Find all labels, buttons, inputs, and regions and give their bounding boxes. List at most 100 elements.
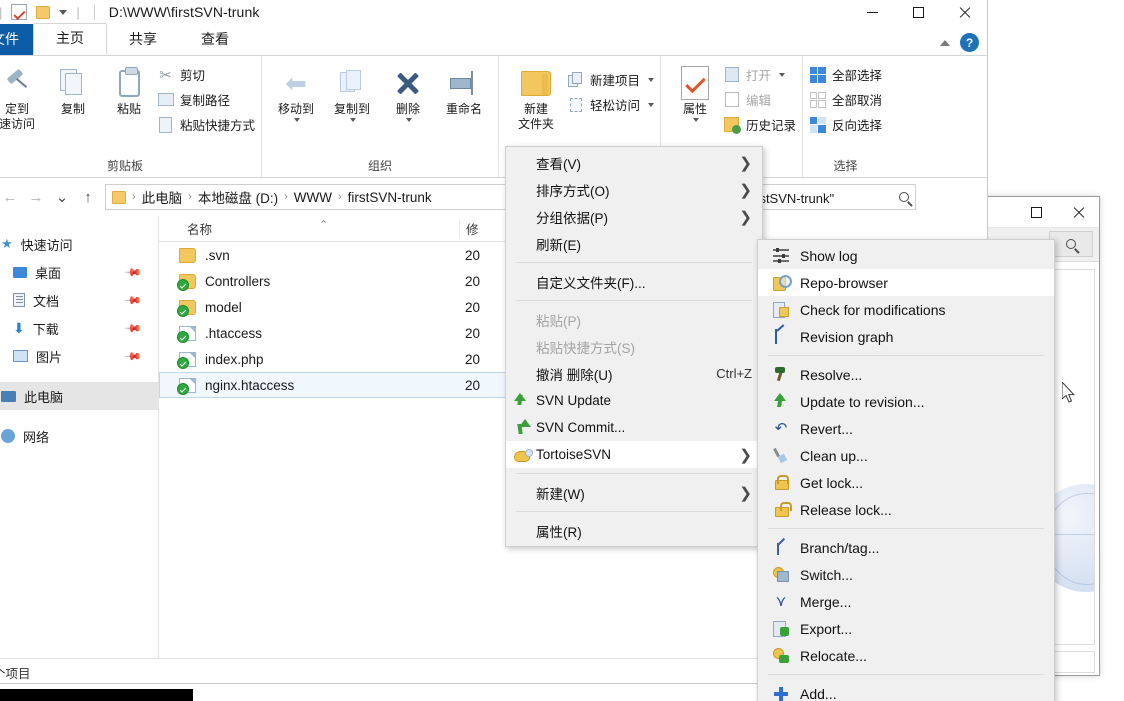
tab-file[interactable]: 文件 [0,24,33,55]
breadcrumb-www[interactable]: WWW [294,190,332,205]
tab-home[interactable]: 主页 [33,23,107,55]
menu-item-new[interactable]: 新建(W) ❯ [506,479,762,506]
menu-item-customize-folder[interactable]: 自定义文件夹(F)... [506,268,762,295]
screen: | | D:\WWW\firstSVN-trunk 文件 主页 共享 查看 ? [0,0,1124,701]
menu-item-sort-by[interactable]: 排序方式(O) ❯ [506,176,762,203]
menu-item-resolve[interactable]: Resolve... [758,361,1054,388]
properties-caret-icon[interactable] [693,118,700,122]
copy-path-button[interactable]: 复制路径 [157,90,255,109]
column-header-name[interactable]: 名称 [159,219,459,238]
edit-button[interactable]: 编辑 [723,90,796,109]
rename-button[interactable]: 重命名 [436,60,492,117]
menu-item-get-lock[interactable]: Get lock... [758,469,1054,496]
menu-item-revision-graph[interactable]: Revision graph [758,323,1054,350]
menu-item-relocate[interactable]: Relocate... [758,642,1054,669]
easy-access-button[interactable]: 轻松访问 [567,95,655,114]
recent-locations-button[interactable]: ⌄ [49,184,75,210]
sidebar-item-downloads[interactable]: ⬇ 下载 📌 [0,314,158,342]
forward-button[interactable]: → [23,184,49,210]
menu-item-branch-tag[interactable]: Branch/tag... [758,534,1054,561]
select-none-button[interactable]: 全部取消 [809,90,882,109]
menu-item-update-to-revision[interactable]: Update to revision... [758,388,1054,415]
menu-item-undo-delete[interactable]: 撤消 删除(U) Ctrl+Z [506,360,762,387]
menu-item-release-lock[interactable]: Release lock... [758,496,1054,523]
invert-selection-button[interactable]: 反向选择 [809,115,882,134]
sidebar-label-pictures: 图片 [36,349,63,365]
collapse-ribbon-icon[interactable] [940,39,950,46]
copy-to-caret-icon[interactable] [350,118,357,122]
folder-context-menu[interactable]: 查看(V) ❯ 排序方式(O) ❯ 分组依据(P) ❯ 刷新(E) 自定义文件夹… [505,146,763,547]
tab-share[interactable]: 共享 [107,25,179,55]
menu-item-properties[interactable]: 属性(R) [506,517,762,544]
sidebar-item-desktop[interactable]: 桌面 📌 [0,258,158,286]
paste-button[interactable]: 粘贴 [101,60,157,117]
chevron-down-icon[interactable] [59,9,68,15]
maximize-button[interactable] [895,0,941,27]
pin-to-quick-access-button[interactable]: 定到 速访问 [0,60,45,132]
breadcrumb-local-disk[interactable]: 本地磁盘 (D:) [198,187,278,207]
menu-item-show-log[interactable]: Show log [758,242,1054,269]
copy-button[interactable]: 复制 [45,60,101,117]
menu-item-tortoisesvn[interactable]: TortoiseSVN ❯ [506,441,762,468]
folder-properties-icon[interactable] [36,5,51,19]
back-button[interactable]: ← [0,184,23,210]
open-caret-icon[interactable] [779,72,786,77]
menu-item-refresh[interactable]: 刷新(E) [506,230,762,257]
sidebar-item-pictures[interactable]: 图片 📌 [0,342,158,370]
open-button[interactable]: 打开 [723,65,796,84]
menu-item-switch[interactable]: Switch... [758,561,1054,588]
copy-to-button[interactable]: 复制到 [324,60,380,122]
easy-access-caret-icon[interactable] [648,102,655,107]
bg-maximize-button[interactable] [1015,197,1057,227]
search-icon[interactable] [899,192,909,202]
menu-item-svn-update[interactable]: SVN Update [506,387,762,414]
pin-icon[interactable]: 📌 [124,347,143,365]
sidebar-item-documents[interactable]: 文档 📌 [0,286,158,314]
select-all-button[interactable]: 全部选择 [809,65,882,84]
delete-button[interactable]: 删除 [380,60,436,122]
breadcrumb-firstsvn-trunk[interactable]: firstSVN-trunk [348,190,432,205]
up-button[interactable]: ↑ [75,184,101,210]
ribbon-group-organize: ⬅ 移动到 复制到 删除 重命名 组织 [262,56,500,177]
help-icon[interactable]: ? [960,33,979,52]
tortoisesvn-submenu[interactable]: Show log Repo-browser Check for modifica… [757,239,1055,701]
cut-button[interactable]: ✂ 剪切 [157,65,255,84]
checkbox-icon[interactable] [11,4,28,20]
menu-item-group-by[interactable]: 分组依据(P) ❯ [506,203,762,230]
easy-access-icon [567,96,584,113]
menu-item-repo-browser[interactable]: Repo-browser [758,269,1054,296]
properties-button[interactable]: 属性 [667,60,723,122]
pin-icon[interactable]: 📌 [124,291,143,309]
new-item-icon [567,71,584,88]
new-folder-button[interactable]: 新建 文件夹 [505,60,567,132]
copy-to-icon [340,64,364,102]
tab-view[interactable]: 查看 [179,25,251,55]
sidebar-item-quick-access[interactable]: ★ 快速访问 [0,230,158,258]
menu-label: Clean up... [800,447,868,464]
desktop-icon [13,266,27,278]
menu-item-view[interactable]: 查看(V) ❯ [506,149,762,176]
new-item-caret-icon[interactable] [648,77,655,82]
menu-item-revert[interactable]: ↶ Revert... [758,415,1054,442]
new-item-button[interactable]: 新建项目 [567,70,655,89]
menu-item-export[interactable]: Export... [758,615,1054,642]
menu-item-clean-up[interactable]: Clean up... [758,442,1054,469]
move-to-caret-icon[interactable] [294,118,301,122]
sidebar-item-network[interactable]: 网络 [0,422,158,450]
close-button[interactable] [941,0,987,27]
menu-item-check-for-modifications[interactable]: Check for modifications [758,296,1054,323]
menu-item-add[interactable]: Add... [758,680,1054,701]
minimize-button[interactable] [849,0,895,27]
pin-icon[interactable]: 📌 [124,319,143,337]
history-button[interactable]: 历史记录 [723,115,796,134]
bg-close-button[interactable] [1057,197,1099,227]
menu-item-svn-commit[interactable]: SVN Commit... [506,414,762,441]
breadcrumb-this-pc[interactable]: 此电脑 [142,187,183,207]
menu-item-merge[interactable]: ⋎ Merge... [758,588,1054,615]
move-to-button[interactable]: ⬅ 移动到 [268,60,324,122]
sidebar-item-this-pc[interactable]: 此电脑 [0,382,158,410]
pin-icon[interactable]: 📌 [124,263,143,281]
paste-shortcut-button[interactable]: 粘贴快捷方式 [157,115,255,134]
bg-search-icon[interactable] [1049,231,1093,257]
delete-caret-icon[interactable] [406,118,413,122]
